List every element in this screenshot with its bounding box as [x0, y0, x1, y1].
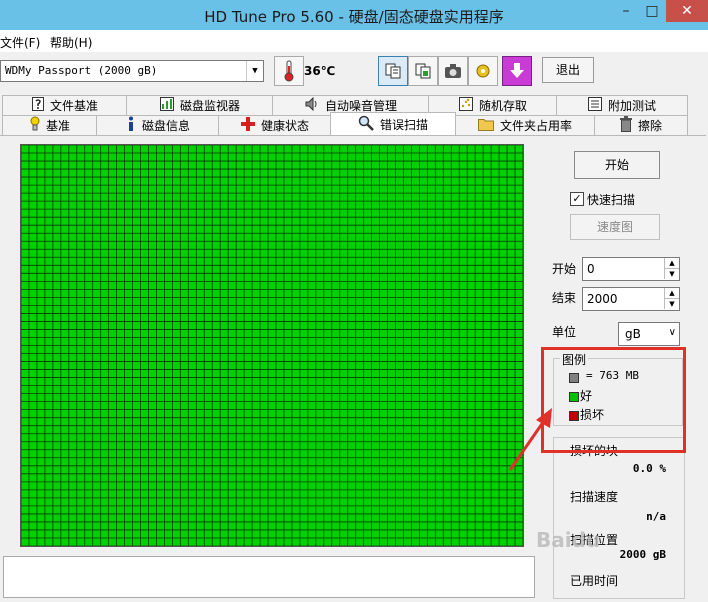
highlight-frame: [541, 347, 686, 453]
copy-text-button[interactable]: [378, 56, 408, 86]
scan-speed-label: 扫描速度: [570, 490, 619, 504]
speaker-icon: [305, 96, 319, 114]
tab-folder-usage[interactable]: 文件夹占用率: [454, 115, 596, 135]
toolbar: WDMy Passport (2000 gB) ▼ 36℃ 退出: [0, 52, 708, 88]
damaged-blocks-value: 0.0 %: [632, 462, 666, 475]
spin-down-icon[interactable]: ▼: [664, 299, 679, 309]
health-cross-icon: [240, 117, 255, 134]
copy-image-button[interactable]: [408, 56, 438, 86]
close-button[interactable]: ✕: [666, 0, 708, 22]
exit-button[interactable]: 退出: [542, 57, 594, 83]
copy-icon: [385, 63, 401, 79]
disk-monitor-icon: [159, 97, 174, 114]
watermark: Baidu: [536, 528, 601, 552]
file-benchmark-icon: [31, 97, 44, 114]
scan-position-value: 2000 gB: [619, 548, 666, 561]
download-arrow-icon: [510, 63, 524, 78]
save-button[interactable]: [502, 56, 532, 86]
tab-disk-monitor[interactable]: 磁盘监视器: [126, 95, 274, 115]
menu-help[interactable]: 帮助(H): [50, 34, 92, 51]
folder-icon: [477, 117, 494, 134]
scan-block-map: [20, 144, 524, 547]
menu-bar: 文件(F) 帮助(H): [0, 30, 708, 53]
camera-icon: [445, 64, 461, 78]
menu-file[interactable]: 文件(F): [0, 34, 40, 51]
random-access-icon: [458, 97, 473, 114]
tab-erase[interactable]: 擦除: [594, 115, 688, 135]
info-icon: [126, 116, 136, 135]
spin-up-icon[interactable]: ▲: [664, 288, 679, 299]
start-scan-button[interactable]: 开始: [574, 151, 660, 179]
tab-disk-info[interactable]: 磁盘信息: [96, 115, 220, 135]
benchmark-icon: [30, 116, 40, 135]
copy-image-icon: [415, 63, 431, 79]
app-window: HD Tune Pro 5.60 - 硬盘/固态硬盘实用程序 – □ ✕ 文件(…: [0, 0, 708, 602]
temperature-value: 36℃: [304, 64, 336, 78]
unit-label: 单位: [552, 325, 577, 339]
tabs-bottom-row: 基准 磁盘信息 健康状态 错误扫描 文件夹占用率 擦除: [0, 112, 708, 135]
elapsed-time-label: 已用时间: [570, 574, 619, 588]
start-input[interactable]: 0 ▲ ▼: [582, 257, 680, 281]
spin-down-icon[interactable]: ▼: [664, 269, 679, 279]
chevron-down-icon: ∨: [668, 327, 676, 338]
drive-select-value: WDMy Passport (2000 gB): [5, 64, 158, 77]
spin-up-icon[interactable]: ▲: [664, 258, 679, 269]
tab-error-scan[interactable]: 错误扫描: [330, 112, 456, 135]
tab-file-benchmark[interactable]: 文件基准: [2, 95, 128, 115]
window-title: HD Tune Pro 5.60 - 硬盘/固态硬盘实用程序: [204, 8, 504, 26]
magnifier-icon: [358, 115, 374, 134]
thermometer-icon: [274, 56, 304, 86]
unit-select[interactable]: gB ∨: [618, 322, 680, 346]
screenshot-button[interactable]: [438, 56, 468, 86]
options-button[interactable]: [468, 56, 498, 86]
end-label: 结束: [552, 291, 577, 305]
block-grid: [21, 145, 523, 546]
quick-scan-label: 快速扫描: [587, 193, 636, 207]
end-input[interactable]: 2000 ▲ ▼: [582, 287, 680, 311]
trash-icon: [619, 116, 632, 135]
tab-extra-tests[interactable]: 附加测试: [556, 95, 688, 115]
tab-health[interactable]: 健康状态: [218, 115, 332, 135]
extra-tests-icon: [587, 97, 602, 114]
chevron-down-icon: ▼: [246, 61, 263, 81]
scan-speed-value: n/a: [646, 510, 666, 523]
title-bar: HD Tune Pro 5.60 - 硬盘/固态硬盘实用程序 – □ ✕: [0, 0, 708, 30]
start-label: 开始: [552, 262, 577, 276]
annotation-arrow-icon: [508, 408, 552, 471]
drive-select[interactable]: WDMy Passport (2000 gB) ▼: [0, 60, 264, 82]
maximize-button[interactable]: □: [638, 0, 666, 22]
status-log: [3, 556, 535, 598]
quick-scan-checkbox[interactable]: ✓: [570, 192, 584, 206]
wrench-icon: [476, 64, 490, 78]
speed-map-button[interactable]: 速度图: [570, 214, 660, 240]
tab-benchmark[interactable]: 基准: [2, 115, 98, 135]
